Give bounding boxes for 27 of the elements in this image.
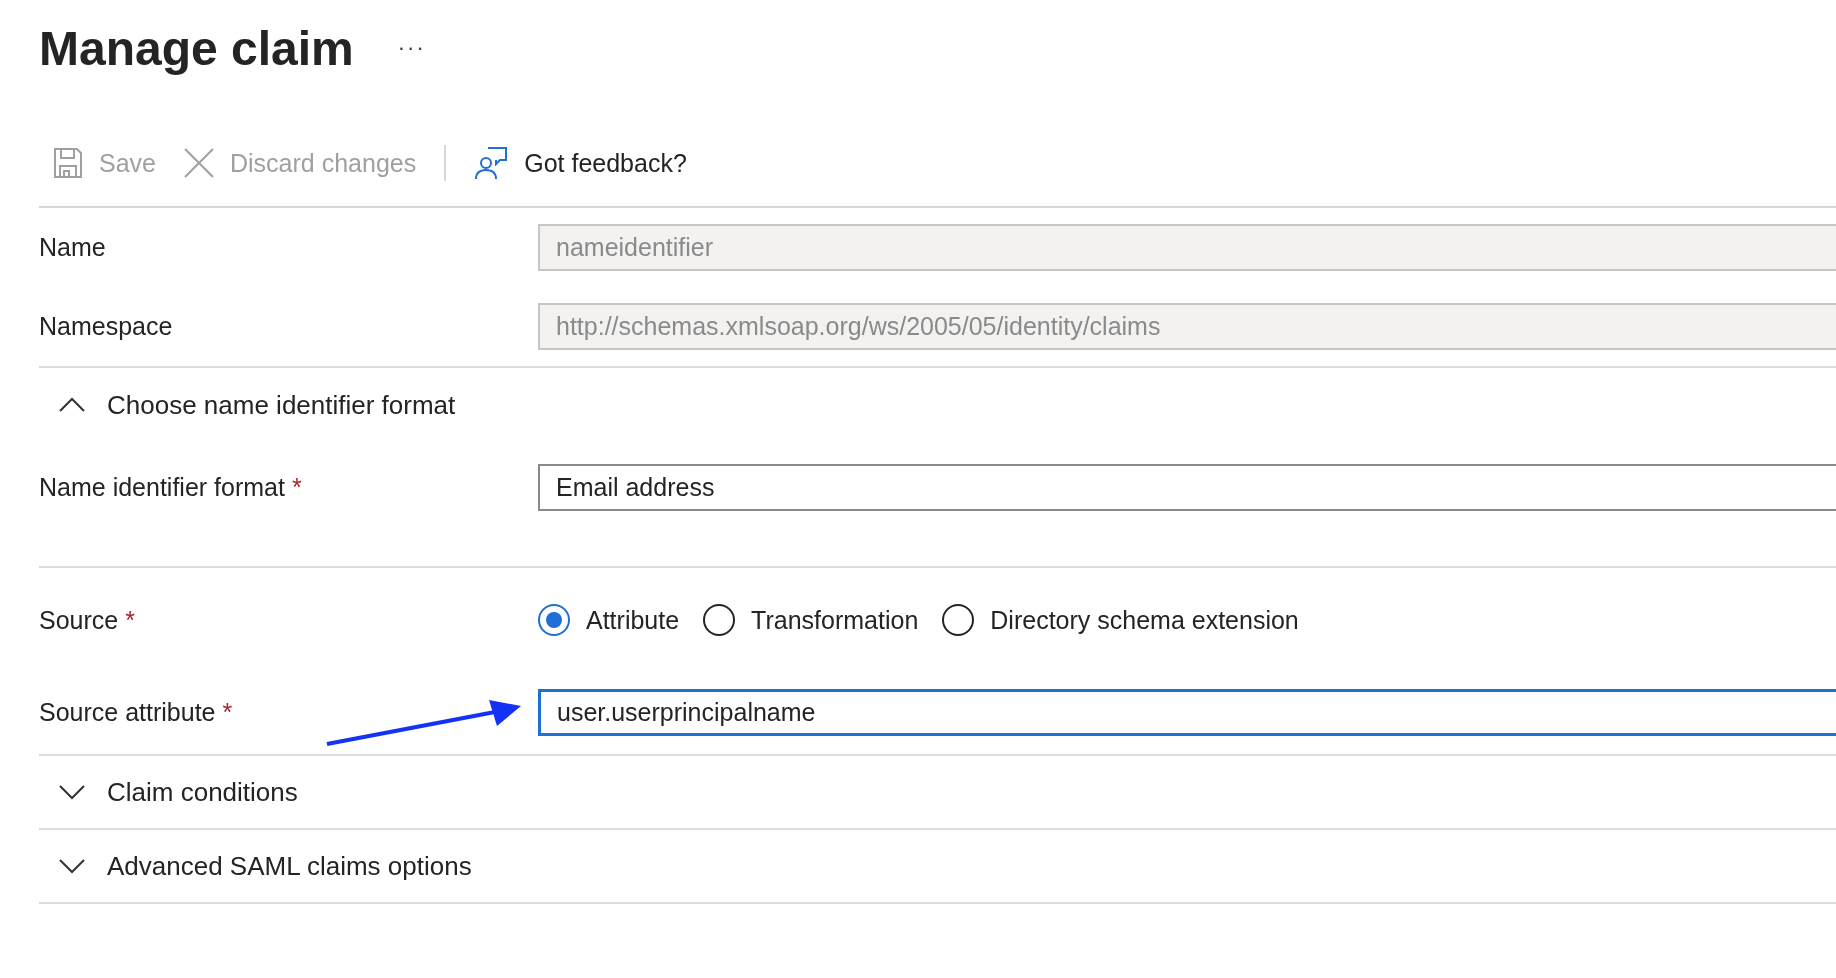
field-label: Name identifier format [39, 472, 285, 501]
required-asterisk: * [291, 472, 302, 501]
section-toggle[interactable]: Advanced SAML claims options [39, 830, 472, 902]
field-label: Source [39, 605, 119, 634]
more-button[interactable]: ··· [393, 35, 430, 61]
radio-label[interactable]: Transformation [751, 605, 919, 635]
feedback-button[interactable]: Got feedback? [474, 146, 687, 180]
section-toggle[interactable]: Choose name identifier format [39, 368, 456, 442]
person-speech-bubble-icon [474, 146, 509, 180]
chevron-icon [59, 858, 85, 874]
field-label: Source attribute [39, 697, 216, 726]
section-toggle[interactable]: Claim conditions [39, 756, 298, 828]
required-asterisk: * [222, 697, 233, 726]
chevron-icon [59, 784, 85, 800]
field-label: Name [39, 233, 107, 262]
radio-label[interactable]: Attribute [586, 605, 680, 635]
chevron-icon [59, 397, 85, 413]
radio-label[interactable]: Directory schema extension [990, 605, 1299, 635]
radio-button[interactable] [703, 604, 736, 636]
dropdown-field[interactable]: Email address [538, 463, 1836, 511]
page-title: Manage claim [39, 20, 354, 76]
text-field[interactable]: user.userprincipalname [538, 688, 1836, 736]
required-asterisk: * [125, 605, 135, 634]
radio-button[interactable] [942, 604, 975, 636]
radio-button[interactable] [538, 604, 570, 636]
close-icon [184, 148, 214, 178]
field-label: Namespace [39, 312, 174, 341]
